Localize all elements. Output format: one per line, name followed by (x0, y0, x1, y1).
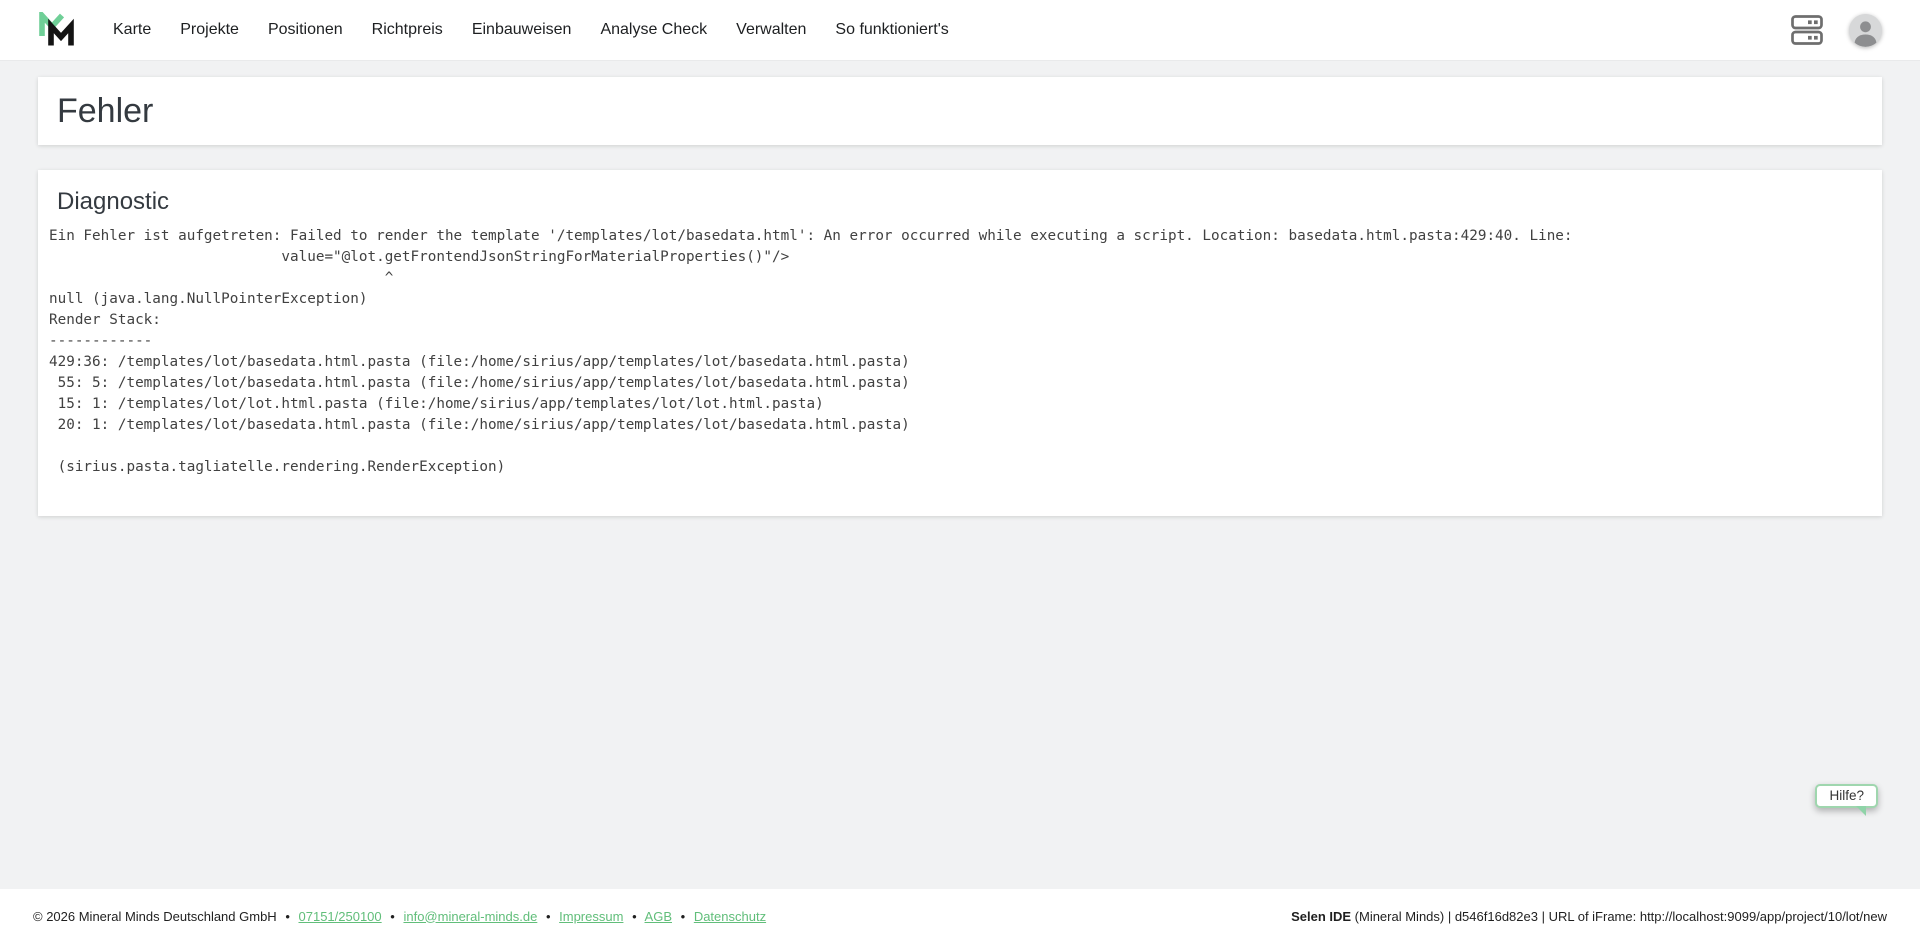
top-navigation: Karte Projekte Positionen Richtpreis Ein… (0, 0, 1920, 61)
diagnostic-stacktrace: Ein Fehler ist aufgetreten: Failed to re… (49, 226, 1863, 478)
footer-separator: • (632, 909, 637, 924)
brand-logo[interactable] (38, 12, 82, 48)
footer-separator: • (681, 909, 686, 924)
footer-link-phone[interactable]: 07151/250100 (299, 909, 382, 924)
nav-item-einbauweisen[interactable]: Einbauweisen (472, 21, 572, 39)
nav-item-projekte[interactable]: Projekte (180, 21, 239, 39)
footer-link-agb[interactable]: AGB (645, 909, 672, 924)
footer-right: Selen IDE (Mineral Minds) | d546f16d82e3… (1291, 909, 1887, 924)
footer-separator: • (546, 909, 551, 924)
footer: © 2026 Mineral Minds Deutschland GmbH • … (0, 889, 1920, 943)
content-area: Fehler Diagnostic Ein Fehler ist aufgetr… (0, 61, 1920, 889)
mineral-minds-logo-icon (38, 12, 82, 48)
nav-item-so-funktionierts[interactable]: So funktioniert's (835, 21, 948, 39)
nav-item-richtpreis[interactable]: Richtpreis (372, 21, 443, 39)
ide-name: Selen IDE (1291, 909, 1351, 924)
nav-item-analyse-check[interactable]: Analyse Check (600, 21, 707, 39)
diagnostic-card: Diagnostic Ein Fehler ist aufgetreten: F… (38, 170, 1882, 516)
diagnostic-heading: Diagnostic (57, 188, 1863, 216)
main-menu: Karte Projekte Positionen Richtpreis Ein… (113, 21, 949, 39)
person-icon (1849, 14, 1882, 47)
page-title: Fehler (57, 92, 153, 131)
footer-left: © 2026 Mineral Minds Deutschland GmbH • … (33, 909, 766, 924)
nav-item-karte[interactable]: Karte (113, 21, 151, 39)
ide-info: (Mineral Minds) | d546f16d82e3 | URL of … (1351, 909, 1887, 924)
nav-item-positionen[interactable]: Positionen (268, 21, 343, 39)
nav-item-verwalten[interactable]: Verwalten (736, 21, 806, 39)
footer-separator: • (390, 909, 395, 924)
copyright-text: © 2026 Mineral Minds Deutschland GmbH (33, 909, 277, 924)
error-title-card: Fehler (38, 77, 1882, 145)
footer-link-impressum[interactable]: Impressum (559, 909, 623, 924)
help-button[interactable]: Hilfe? (1815, 784, 1878, 808)
user-avatar[interactable] (1849, 14, 1882, 47)
nav-right-actions (1791, 14, 1882, 47)
footer-separator: • (285, 909, 290, 924)
footer-link-datenschutz[interactable]: Datenschutz (694, 909, 766, 924)
server-icon[interactable] (1791, 15, 1823, 45)
footer-link-email[interactable]: info@mineral-minds.de (403, 909, 537, 924)
